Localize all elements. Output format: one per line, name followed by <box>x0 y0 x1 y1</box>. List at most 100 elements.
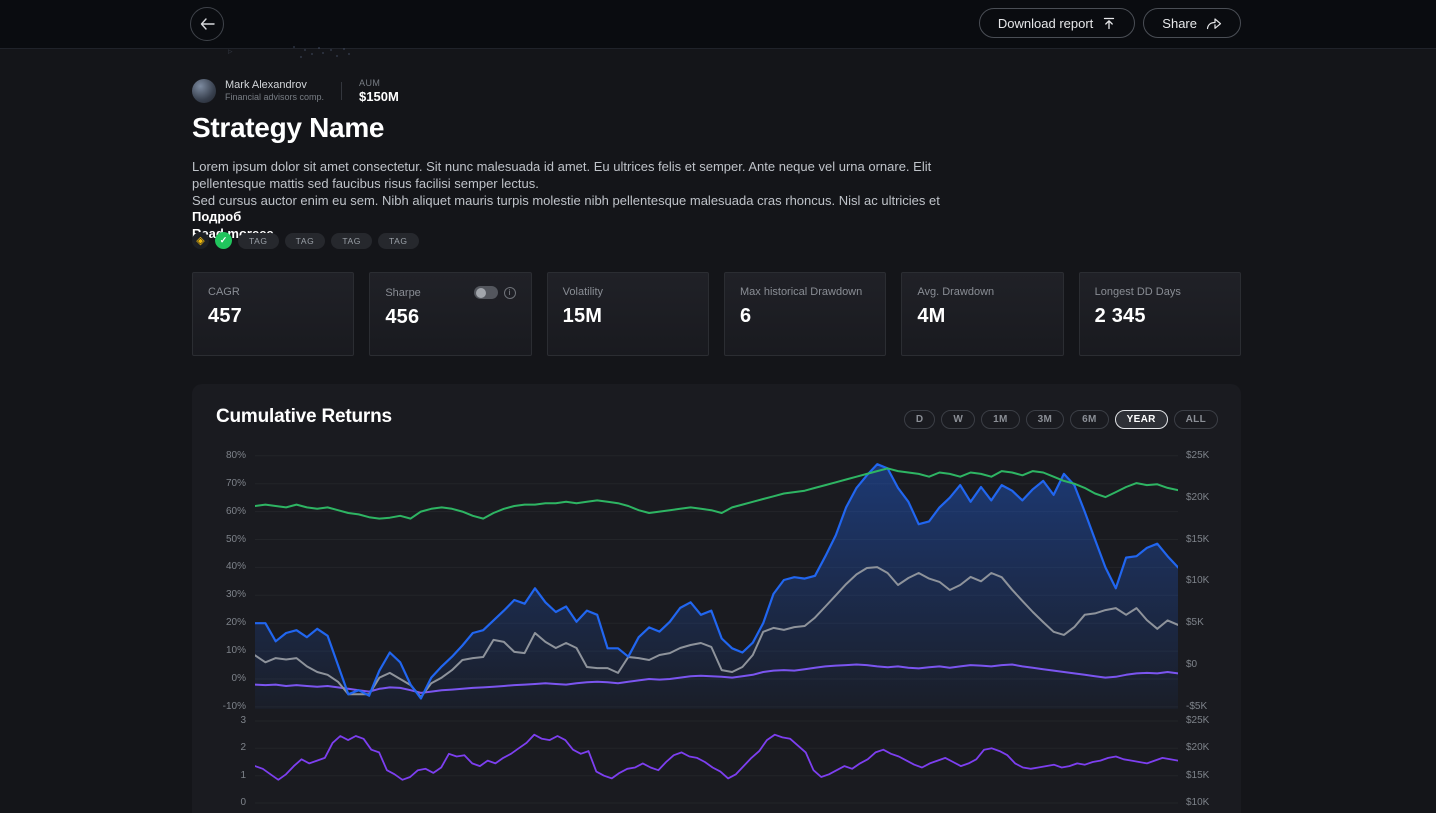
back-button[interactable] <box>190 7 224 41</box>
divider <box>341 82 342 100</box>
stat-label: Sharpe <box>385 287 420 299</box>
deco-dot <box>330 49 332 51</box>
share-icon <box>1206 17 1222 30</box>
stat-card-volatility: Volatility 15M <box>547 272 709 356</box>
axis-tick-right: $15K <box>1186 770 1209 782</box>
axis-tick-right: $15K <box>1186 534 1209 546</box>
axis-tick-right: $25K <box>1186 715 1209 727</box>
axis-tick-left: 80% <box>192 450 246 462</box>
download-report-button[interactable]: Download report <box>979 8 1135 38</box>
range-1m[interactable]: 1M <box>981 410 1020 429</box>
axis-tick-left: 60% <box>192 506 246 518</box>
stat-card-longest-dd-days: Longest DD Days 2 345 <box>1079 272 1241 356</box>
upload-icon <box>1102 17 1116 30</box>
stat-label: CAGR <box>208 286 240 298</box>
tag-pill[interactable]: TAG <box>331 233 372 249</box>
description-paragraph-2: Sed cursus auctor enim eu sem. Nibh aliq… <box>192 193 940 208</box>
axis-tick-left: 0 <box>192 797 246 809</box>
share-button[interactable]: Share <box>1143 8 1241 38</box>
axis-tick-left: 50% <box>192 534 246 546</box>
stat-label: Volatility <box>563 286 603 298</box>
axis-tick-left: -10% <box>192 701 246 713</box>
stat-label: Max historical Drawdown <box>740 286 862 298</box>
description-paragraph-1: Lorem ipsum dolor sit amet consectetur. … <box>192 159 931 191</box>
binance-icon: ◈ <box>192 232 209 249</box>
deco-dot <box>304 49 306 51</box>
deco-dot <box>322 52 324 54</box>
stat-card-sharpe: Sharpe i 456 <box>369 272 531 356</box>
axis-tick-right: $25K <box>1186 450 1209 462</box>
axis-tick-right: $5K <box>1186 617 1204 629</box>
ratio-sub-chart[interactable] <box>255 718 1178 813</box>
deco-dot <box>311 53 313 55</box>
aum-label: AUM <box>359 78 399 89</box>
stat-label: Avg. Drawdown <box>917 286 994 298</box>
top-bar: Download report Share <box>0 0 1436 49</box>
range-3m[interactable]: 3M <box>1026 410 1065 429</box>
sharpe-toggle[interactable] <box>474 286 498 299</box>
stat-value: 6 <box>740 305 870 328</box>
page: Download report Share ▹ Mark Alexandrov … <box>0 0 1436 813</box>
stat-label: Longest DD Days <box>1095 286 1181 298</box>
verified-icon: ✓ <box>215 232 232 249</box>
axis-tick-left: 0% <box>192 673 246 685</box>
info-icon[interactable]: i <box>504 287 516 299</box>
range-selector: DW 1M 3M 6M YEAR ALL <box>904 410 1218 429</box>
range-all[interactable]: ALL <box>1174 410 1218 429</box>
axis-tick-left: 20% <box>192 617 246 629</box>
share-label: Share <box>1162 16 1197 31</box>
aum-value: $150M <box>359 89 399 104</box>
page-title: Strategy Name <box>192 112 384 144</box>
download-report-label: Download report <box>998 16 1093 31</box>
stat-card-avg-drawdown: Avg. Drawdown 4M <box>901 272 1063 356</box>
axis-tick-left: 70% <box>192 478 246 490</box>
axis-tick-left: 30% <box>192 589 246 601</box>
axis-tick-left: 1 <box>192 770 246 782</box>
deco-triangle: ▹ <box>228 46 233 57</box>
axis-tick-right: -$5K <box>1186 701 1207 713</box>
tags-row: ◈ ✓ TAG TAG TAG TAG <box>192 232 419 249</box>
stat-card-max-historical-drawdown: Max historical Drawdown 6 <box>724 272 886 356</box>
deco-dot <box>348 53 350 55</box>
axis-tick-right: $10K <box>1186 797 1209 809</box>
axis-tick-left: 2 <box>192 742 246 754</box>
deco-dot <box>336 55 338 57</box>
tag-pill[interactable]: TAG <box>238 233 279 249</box>
axis-tick-right: $0 <box>1186 659 1197 671</box>
main-chart[interactable] <box>255 450 1178 709</box>
stat-value: 15M <box>563 305 693 328</box>
profile-org: Financial advisors comp. <box>225 92 324 103</box>
stat-value: 456 <box>385 306 515 329</box>
profile-name: Mark Alexandrov <box>225 79 324 92</box>
axis-tick-right: $10K <box>1186 575 1209 587</box>
deco-dot <box>300 56 302 58</box>
stat-card-cagr: CAGR 457 <box>192 272 354 356</box>
deco-dot <box>343 48 345 50</box>
strategy-description: Lorem ipsum dolor sit amet consectetur. … <box>192 159 954 243</box>
read-more-bold[interactable]: Подроб <box>192 209 241 224</box>
profile-row: Mark Alexandrov Financial advisors comp.… <box>192 78 399 104</box>
tag-pill[interactable]: TAG <box>285 233 326 249</box>
toggle-knob <box>476 288 486 298</box>
stat-value: 457 <box>208 305 338 328</box>
axis-tick-right: $20K <box>1186 492 1209 504</box>
deco-dot <box>318 47 320 49</box>
header-actions: Download report Share <box>979 8 1241 38</box>
axis-tick-left: 40% <box>192 561 246 573</box>
tag-pill[interactable]: TAG <box>378 233 419 249</box>
panel-title: Cumulative Returns <box>216 406 392 428</box>
range-d[interactable]: D <box>904 410 936 429</box>
stat-value: 2 345 <box>1095 305 1225 328</box>
axis-tick-right: $20K <box>1186 742 1209 754</box>
axis-tick-left: 3 <box>192 715 246 727</box>
avatar[interactable] <box>192 79 216 103</box>
range-w[interactable]: W <box>941 410 975 429</box>
range-year[interactable]: YEAR <box>1115 410 1168 429</box>
axis-tick-left: 10% <box>192 645 246 657</box>
arrow-left-icon <box>200 18 215 30</box>
range-6m[interactable]: 6M <box>1070 410 1109 429</box>
stats-row: CAGR 457 Sharpe i 456 Volatility 15M Max histor… <box>192 272 1241 356</box>
stat-value: 4M <box>917 305 1047 328</box>
deco-dot <box>293 46 295 48</box>
cumulative-returns-panel: Cumulative Returns DW 1M 3M 6M YEAR ALL 80% 70… <box>192 384 1241 813</box>
